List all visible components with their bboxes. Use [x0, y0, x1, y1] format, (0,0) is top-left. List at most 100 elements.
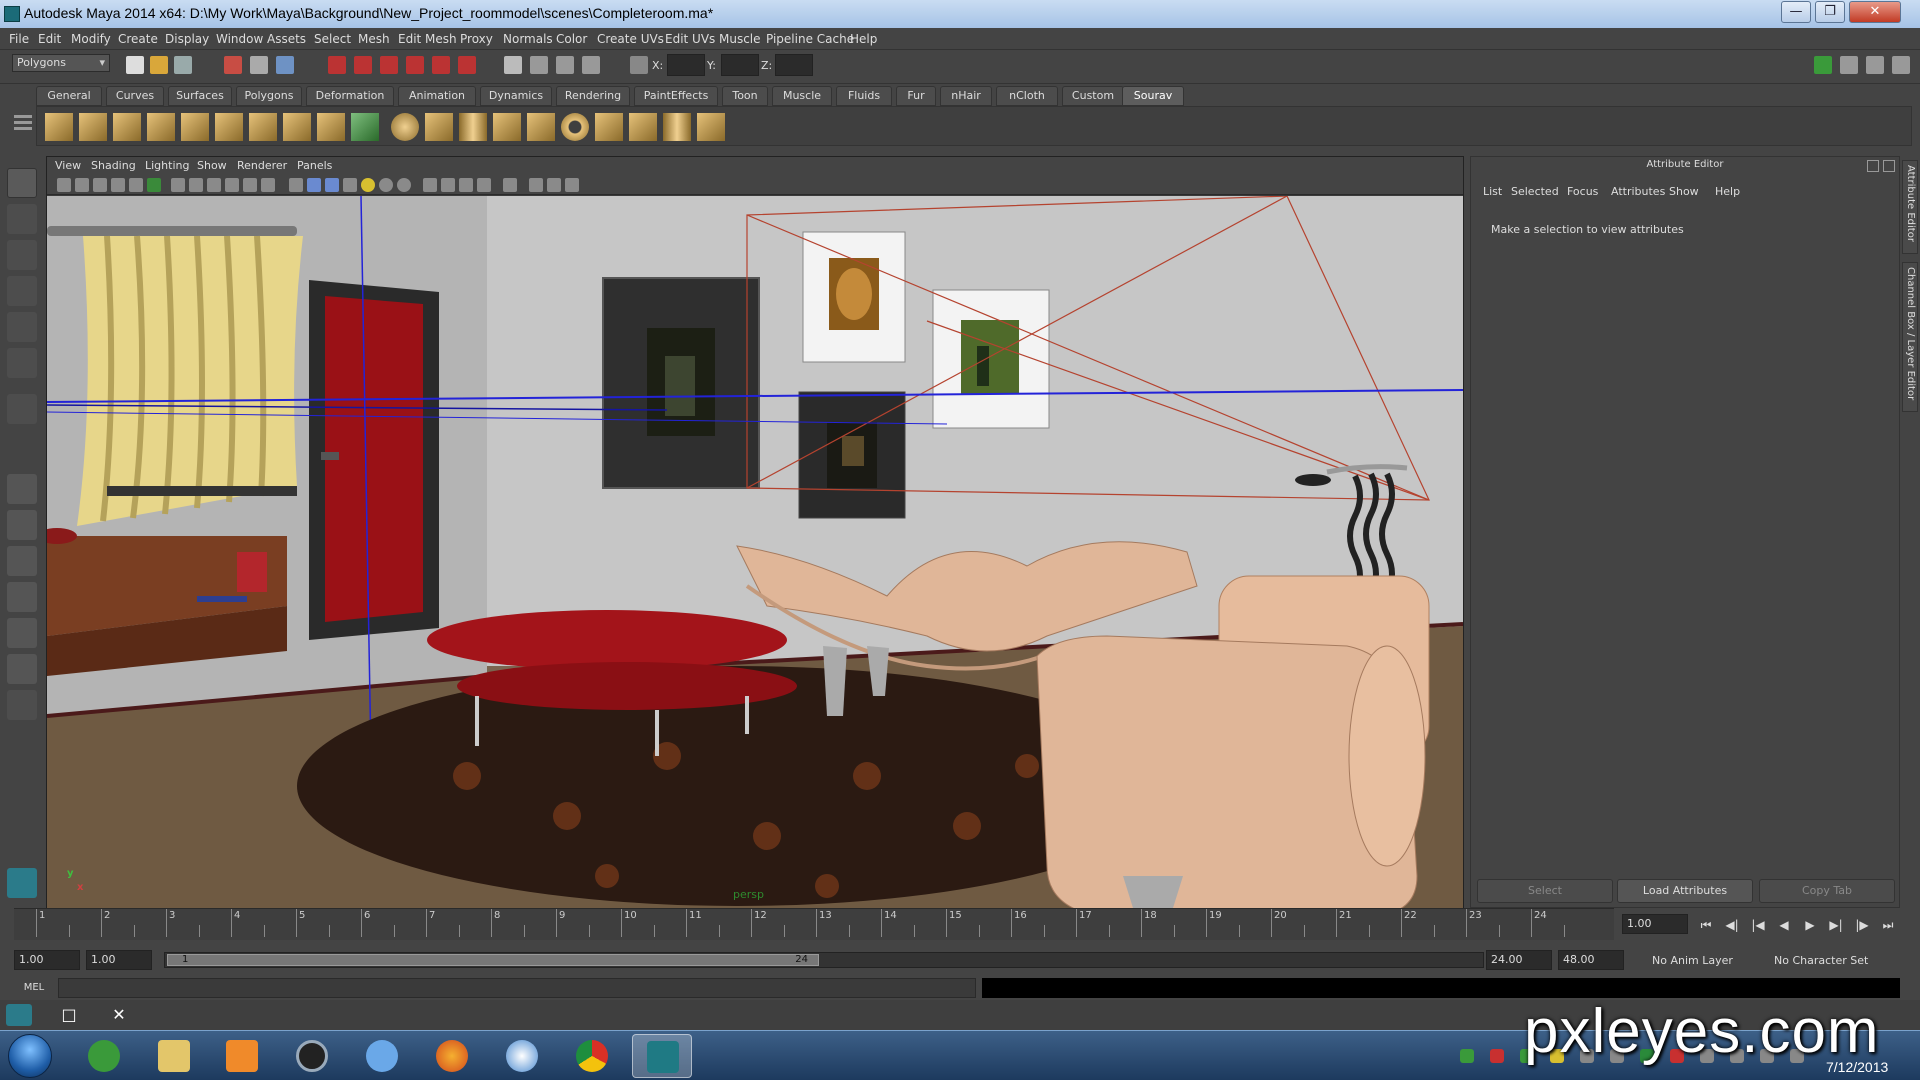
shelf-cone-icon[interactable] [493, 113, 521, 141]
shelf-prism-icon[interactable] [595, 113, 623, 141]
vp-menu-panels[interactable]: Panels [297, 159, 332, 172]
persp-graph-layout-icon[interactable] [7, 582, 37, 612]
go-to-end-button[interactable]: ⏭ [1878, 918, 1898, 932]
shelf-tab-polygons[interactable]: Polygons [236, 86, 302, 106]
step-forward-frame-button[interactable]: ▶| [1826, 918, 1846, 932]
tray-network-icon[interactable] [1460, 1049, 1474, 1063]
shelf-box-icon[interactable] [147, 113, 175, 141]
menu-mesh[interactable]: Mesh [358, 32, 390, 46]
two-d-pan-zoom-icon[interactable] [111, 178, 125, 192]
vp-menu-view[interactable]: View [55, 159, 81, 172]
high-quality-icon[interactable] [397, 178, 411, 192]
attr-menu-show[interactable]: Show [1669, 185, 1699, 198]
snap-curve-icon[interactable] [354, 56, 372, 74]
playback-end-field[interactable]: 24.00 [1486, 950, 1552, 970]
grid-toggle-icon[interactable] [147, 178, 161, 192]
script-language-toggle[interactable]: MEL [12, 980, 56, 996]
attribute-editor-side-tab[interactable]: Attribute Editor [1902, 160, 1918, 254]
task-media-player[interactable] [212, 1034, 272, 1078]
shelf-cylinder-icon[interactable] [459, 113, 487, 141]
shelf-tab-painteffects[interactable]: PaintEffects [634, 86, 718, 106]
ipr-render-icon[interactable] [556, 56, 574, 74]
perspective-viewport[interactable]: View Shading Lighting Show Renderer Pane… [46, 156, 1464, 908]
scene-render[interactable]: persp y x [47, 196, 1463, 908]
playback-start-field[interactable]: 1.00 [86, 950, 152, 970]
move-tool-icon[interactable] [7, 276, 37, 306]
close-button[interactable]: ✕ [1849, 1, 1901, 23]
menu-assets[interactable]: Assets [267, 32, 306, 46]
camera-attributes-icon[interactable] [57, 178, 71, 192]
step-back-frame-button[interactable]: |◀ [1748, 918, 1768, 932]
task-chrome[interactable] [562, 1034, 622, 1078]
task-itunes[interactable] [352, 1034, 412, 1078]
safe-action-icon[interactable] [243, 178, 257, 192]
new-scene-icon[interactable] [126, 56, 144, 74]
menu-pipeline-cache[interactable]: Pipeline Cache [766, 32, 854, 46]
shelf-plane-icon[interactable] [527, 113, 555, 141]
shelf-plank-icon[interactable] [45, 113, 73, 141]
shelf-tab-rendering[interactable]: Rendering [556, 86, 630, 106]
shelf-layers-icon[interactable] [215, 113, 243, 141]
anim-layer-selector[interactable]: No Anim Layer [1652, 954, 1733, 967]
paint-select-tool-icon[interactable] [7, 240, 37, 270]
shelf-pyramid-icon[interactable] [629, 113, 657, 141]
resolution-gate-icon[interactable] [189, 178, 203, 192]
range-slider-handle[interactable]: 1 24 [167, 954, 819, 966]
show-tool-settings-icon[interactable] [1866, 56, 1884, 74]
menu-normals[interactable]: Normals [503, 32, 553, 46]
menu-modify[interactable]: Modify [71, 32, 111, 46]
shelf-tab-curves[interactable]: Curves [106, 86, 164, 106]
shelf-tab-animation[interactable]: Animation [398, 86, 476, 106]
film-gate-icon[interactable] [171, 178, 185, 192]
shelf-tab-sourav[interactable]: Sourav [1122, 86, 1184, 106]
maya-mini-icon[interactable] [6, 1004, 32, 1026]
scale-tool-icon[interactable] [7, 348, 37, 378]
step-forward-key-button[interactable]: |▶ [1852, 918, 1872, 932]
attr-menu-list[interactable]: List [1483, 185, 1502, 198]
minimize-button[interactable]: — [1781, 1, 1811, 23]
shelf-tab-nhair[interactable]: nHair [940, 86, 992, 106]
motion-blur-icon[interactable] [565, 178, 579, 192]
field-chart-icon[interactable] [225, 178, 239, 192]
open-scene-icon[interactable] [150, 56, 168, 74]
attr-menu-help[interactable]: Help [1715, 185, 1740, 198]
show-channel-box-icon[interactable] [1892, 56, 1910, 74]
history-icon[interactable] [458, 56, 476, 74]
rotate-tool-icon[interactable] [7, 312, 37, 342]
shelf-helix-icon[interactable] [697, 113, 725, 141]
shelf-stack-icon[interactable] [181, 113, 209, 141]
shelf-pipe-icon[interactable] [663, 113, 691, 141]
current-frame-field[interactable]: 1.00 [1622, 914, 1688, 934]
select-button[interactable]: Select [1477, 879, 1613, 903]
task-video-app[interactable] [282, 1034, 342, 1078]
menu-display[interactable]: Display [165, 32, 209, 46]
close-panel-icon[interactable] [1883, 160, 1895, 172]
shelf-torus-icon[interactable] [561, 113, 589, 141]
command-input[interactable] [58, 978, 976, 998]
image-plane-icon[interactable] [93, 178, 107, 192]
render-settings-icon[interactable] [582, 56, 600, 74]
menu-muscle[interactable]: Muscle [719, 32, 761, 46]
render-frame-icon[interactable] [530, 56, 548, 74]
menu-file[interactable]: File [9, 32, 29, 46]
persp-outliner-layout-icon[interactable] [7, 546, 37, 576]
menu-select[interactable]: Select [314, 32, 351, 46]
grease-pencil-icon[interactable] [129, 178, 143, 192]
animation-end-field[interactable]: 48.00 [1558, 950, 1624, 970]
shelf-frame-icon[interactable] [79, 113, 107, 141]
shelf-lattice-icon[interactable] [249, 113, 277, 141]
close-mini-icon[interactable]: ✕ [106, 1004, 132, 1026]
x-input[interactable] [667, 54, 705, 76]
maya-app-icon[interactable] [4, 6, 20, 22]
depth-of-field-icon[interactable] [547, 178, 561, 192]
shelf-tab-surfaces[interactable]: Surfaces [168, 86, 232, 106]
task-safari[interactable] [492, 1034, 552, 1078]
shelf-tile-icon[interactable] [317, 113, 345, 141]
character-set-selector[interactable]: No Character Set [1774, 954, 1868, 967]
menu-create-uvs[interactable]: Create UVs [597, 32, 664, 46]
shelf-tab-dynamics[interactable]: Dynamics [480, 86, 552, 106]
wireframe-icon[interactable] [289, 178, 303, 192]
select-hierarchy-icon[interactable] [224, 56, 242, 74]
camera-bookmark-icon[interactable] [75, 178, 89, 192]
backface-culling-icon[interactable] [459, 178, 473, 192]
